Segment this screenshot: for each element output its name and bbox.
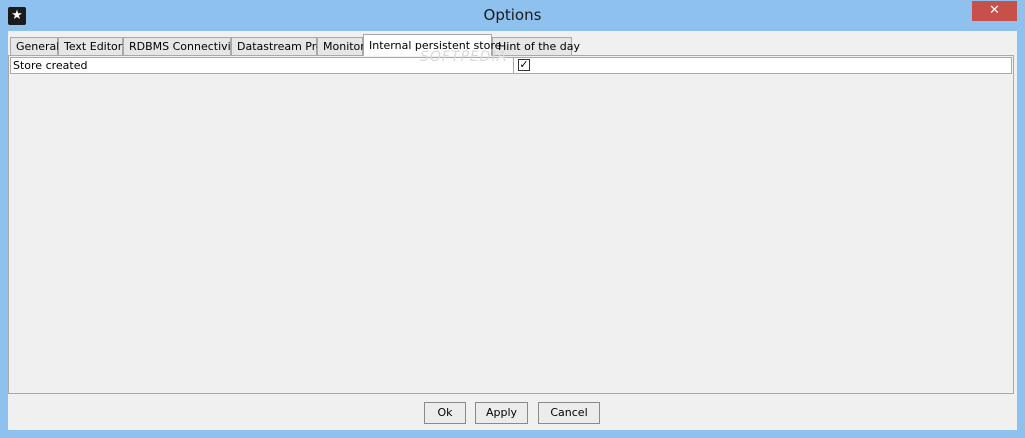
checkmark-icon: ✓: [519, 58, 529, 71]
close-icon: ✕: [989, 3, 1000, 18]
property-row: Store created ✓: [10, 57, 1012, 74]
tab-rdbms-connectivity[interactable]: RDBMS Connectivity: [123, 37, 242, 55]
ok-button[interactable]: Ok: [424, 402, 466, 424]
tab-text-editor[interactable]: Text Editor: [58, 37, 123, 55]
tab-datastream-pro[interactable]: Datastream Pro: [231, 37, 323, 55]
apply-button[interactable]: Apply: [475, 402, 528, 424]
store-created-label: Store created: [13, 59, 88, 72]
title-bar: ★ Options ✕: [0, 0, 1025, 31]
column-divider: [513, 58, 514, 73]
dialog-content: General Text Editor RDBMS Connectivity D…: [8, 31, 1017, 430]
store-created-checkbox[interactable]: ✓: [518, 59, 530, 71]
tab-general[interactable]: General: [10, 37, 59, 55]
tab-panel: Store created ✓: [8, 55, 1014, 394]
tab-monitor[interactable]: Monitor: [317, 37, 365, 55]
options-window: ★ Options ✕ General Text Editor RDBMS Co…: [0, 0, 1025, 438]
window-title: Options: [483, 6, 542, 24]
close-button[interactable]: ✕: [972, 1, 1017, 21]
cancel-button[interactable]: Cancel: [538, 402, 600, 424]
softpedia-watermark: SOFTPEDIA: [420, 49, 508, 65]
